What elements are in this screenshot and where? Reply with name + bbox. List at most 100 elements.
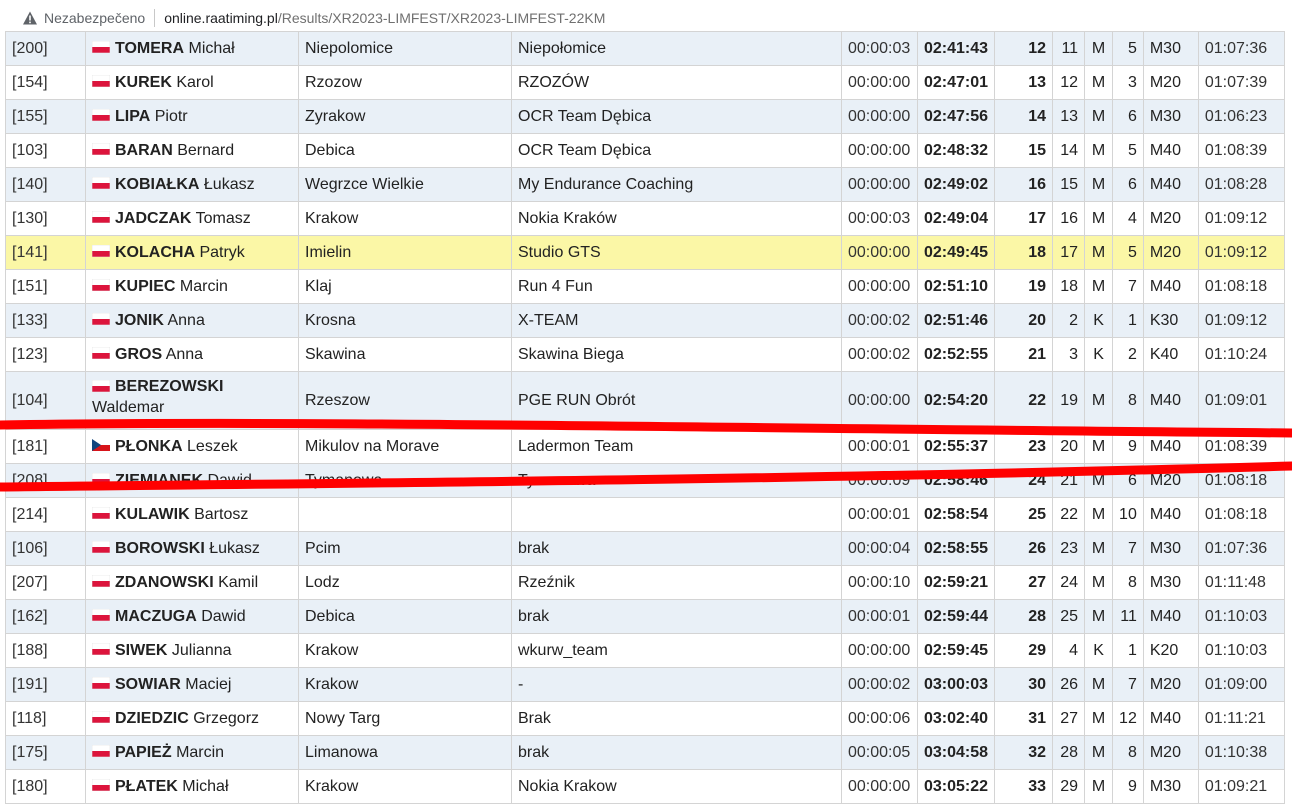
table-row[interactable]: [207] ZDANOWSKI Kamil Lodz Rzeźnik 00:00:10 0… (5, 565, 1285, 600)
runner-first-name[interactable]: Kamil (218, 574, 258, 591)
runner-name-cell[interactable]: JADCZAK Tomasz (85, 201, 299, 236)
runner-surname[interactable]: LIPA (115, 108, 150, 125)
runner-surname[interactable]: KOLACHA (115, 244, 195, 261)
table-row[interactable]: [188] SIWEK Julianna Krakow wkurw_team 00:00… (5, 633, 1285, 668)
runner-first-name[interactable]: Bartosz (194, 506, 248, 523)
runner-surname[interactable]: TOMERA (115, 40, 184, 57)
table-row[interactable]: [151] KUPIEC Marcin Klaj Run 4 Fun 00:00:00 0… (5, 269, 1285, 304)
runner-first-name[interactable]: Łukasz (209, 540, 260, 557)
runner-surname[interactable]: SIWEK (115, 642, 167, 659)
runner-surname[interactable]: JONIK (115, 312, 164, 329)
table-row[interactable]: [133] JONIK Anna Krosna X-TEAM 00:00:02 02:51… (5, 303, 1285, 338)
runner-name-cell[interactable]: ZDANOWSKI Kamil (85, 565, 299, 600)
runner-surname[interactable]: SOWIAR (115, 676, 181, 693)
runner-name-cell[interactable]: SIWEK Julianna (85, 633, 299, 668)
runner-name-cell[interactable]: JONIK Anna (85, 303, 299, 338)
table-row[interactable]: [155] LIPA Piotr Zyrakow OCR Team Dębica 00:… (5, 99, 1285, 134)
url-path[interactable]: /Results/XR2023-LIMFEST/XR2023-LIMFEST-2… (278, 10, 606, 26)
runner-name-cell[interactable]: KUPIEC Marcin (85, 269, 299, 304)
runner-name-cell[interactable]: BOROWSKI Łukasz (85, 531, 299, 566)
runner-surname[interactable]: KOBIAŁKA (115, 176, 199, 193)
table-row[interactable]: [162] MACZUGA Dawid Debica brak 00:00:01 02:5… (5, 599, 1285, 634)
runner-name-cell[interactable]: KOLACHA Patryk (85, 235, 299, 270)
table-row[interactable]: [154] KUREK Karol Rzozow RZOZÓW 00:00:00 02:4… (5, 65, 1285, 100)
runner-first-name[interactable]: Anna (167, 312, 204, 329)
runner-first-name[interactable]: Julianna (172, 642, 232, 659)
runner-name-cell[interactable]: KULAWIK Bartosz (85, 497, 299, 532)
finish-time-cell: 02:47:01 (916, 65, 996, 100)
table-row[interactable]: [181] PŁONKA Leszek Mikulov na Morave Lader… (5, 429, 1285, 464)
runner-surname[interactable]: ZDANOWSKI (115, 574, 214, 591)
table-row[interactable]: [200] TOMERA Michał Niepolomice Niepołomice… (5, 31, 1285, 66)
runner-first-name[interactable]: Dawid (201, 608, 245, 625)
table-row[interactable]: [103] BARAN Bernard Debica OCR Team Dębica 0… (5, 133, 1285, 168)
runner-surname[interactable]: JADCZAK (115, 210, 191, 227)
security-label[interactable]: Nezabezpečeno (44, 10, 145, 26)
table-row[interactable]: [214] KULAWIK Bartosz 00:00:01 02:58:54 25 22… (5, 497, 1285, 532)
runner-first-name[interactable]: Marcin (176, 744, 224, 761)
table-row[interactable]: [104] BEREZOWSKI Waldemar Rzeszow PGE RUN O… (5, 371, 1285, 430)
runner-name-cell[interactable]: KUREK Karol (85, 65, 299, 100)
table-row[interactable]: [118] DZIEDZIC Grzegorz Nowy Targ Brak 00:00… (5, 701, 1285, 736)
runner-surname[interactable]: MACZUGA (115, 608, 197, 625)
runner-name-cell[interactable]: MACZUGA Dawid (85, 599, 299, 634)
table-row[interactable]: [106] BOROWSKI Łukasz Pcim brak 00:00:04 02:5… (5, 531, 1285, 566)
runner-first-name[interactable]: Bernard (177, 142, 234, 159)
runner-first-name[interactable]: Grzegorz (193, 710, 259, 727)
runner-first-name[interactable]: Michał (182, 778, 228, 795)
runner-first-name[interactable]: Tomasz (196, 210, 251, 227)
gender-place-cell: 24 (1052, 565, 1086, 600)
runner-surname[interactable]: BEREZOWSKI (115, 378, 223, 395)
runner-name-cell[interactable]: BARAN Bernard (85, 133, 299, 168)
runner-surname[interactable]: KULAWIK (115, 506, 190, 523)
runner-name-cell[interactable]: PAPIEŻ Marcin (85, 735, 299, 770)
runner-first-name[interactable]: Marcin (180, 278, 228, 295)
runner-surname[interactable]: BOROWSKI (115, 540, 205, 557)
category-place-cell: 5 (1112, 133, 1144, 168)
table-row[interactable]: [141] KOLACHA Patryk Imielin Studio GTS 00:0… (5, 235, 1285, 270)
start-offset-cell: 00:00:00 (841, 167, 918, 202)
table-row[interactable]: [130] JADCZAK Tomasz Krakow Nokia Kraków 00:… (5, 201, 1285, 236)
table-row[interactable]: [180] PŁATEK Michał Krakow Nokia Krakow 00:0… (5, 769, 1285, 804)
runner-first-name[interactable]: Piotr (155, 108, 188, 125)
table-row[interactable]: [140] KOBIAŁKA Łukasz Wegrzce Wielkie My En… (5, 167, 1285, 202)
runner-first-name[interactable]: Maciej (185, 676, 231, 693)
runner-first-name[interactable]: Karol (176, 74, 213, 91)
runner-name-cell[interactable]: ZIEMIANEK Dawid (85, 463, 299, 498)
runner-surname[interactable]: KUREK (115, 74, 172, 91)
runner-surname[interactable]: DZIEDZIC (115, 710, 189, 727)
runner-surname[interactable]: ZIEMIANEK (115, 472, 203, 489)
runner-first-name[interactable]: Patryk (199, 244, 244, 261)
runner-first-name[interactable]: Anna (166, 346, 203, 363)
runner-surname[interactable]: PŁATEK (115, 778, 178, 795)
runner-surname[interactable]: PŁONKA (115, 438, 183, 455)
runner-surname[interactable]: BARAN (115, 142, 173, 159)
runner-name-cell[interactable]: PŁONKA Leszek (85, 429, 299, 464)
runner-first-name[interactable]: Michał (189, 40, 235, 57)
runner-name-cell[interactable]: KOBIAŁKA Łukasz (85, 167, 299, 202)
table-row[interactable]: [123] GROS Anna Skawina Skawina Biega 00:00:… (5, 337, 1285, 372)
start-offset-cell: 00:00:03 (841, 31, 918, 66)
table-row[interactable]: [191] SOWIAR Maciej Krakow -00:00:02 03:00:0… (5, 667, 1285, 702)
runner-name-cell[interactable]: PŁATEK Michał (85, 769, 299, 804)
runner-name-cell[interactable]: DZIEDZIC Grzegorz (85, 701, 299, 736)
runner-first-name[interactable]: Łukasz (204, 176, 255, 193)
sex-cell: M (1084, 201, 1114, 236)
table-row[interactable]: [208] ZIEMIANEK Dawid Tymanowa Tymanowa 00:0… (5, 463, 1285, 498)
table-row[interactable]: [175] PAPIEŻ Marcin Limanowa brak 00:00:05 03… (5, 735, 1285, 770)
split-time-cell: 01:10:03 (1197, 633, 1285, 668)
runner-surname[interactable]: GROS (115, 346, 162, 363)
runner-name-cell[interactable]: GROS Anna (85, 337, 299, 372)
runner-first-name[interactable]: Leszek (187, 438, 238, 455)
runner-first-name[interactable]: Dawid (207, 472, 251, 489)
runner-name-cell[interactable]: BEREZOWSKI Waldemar (85, 371, 299, 430)
runner-first-name[interactable]: Waldemar (92, 399, 164, 416)
warning-icon[interactable] (22, 10, 38, 26)
runner-name-cell[interactable]: TOMERA Michał (85, 31, 299, 66)
runner-name-cell[interactable]: SOWIAR Maciej (85, 667, 299, 702)
url-host[interactable]: online.raatiming.pl (164, 10, 278, 26)
runner-surname[interactable]: KUPIEC (115, 278, 175, 295)
runner-name-cell[interactable]: LIPA Piotr (85, 99, 299, 134)
city-cell: Krakow (298, 201, 512, 236)
runner-surname[interactable]: PAPIEŻ (115, 744, 172, 761)
